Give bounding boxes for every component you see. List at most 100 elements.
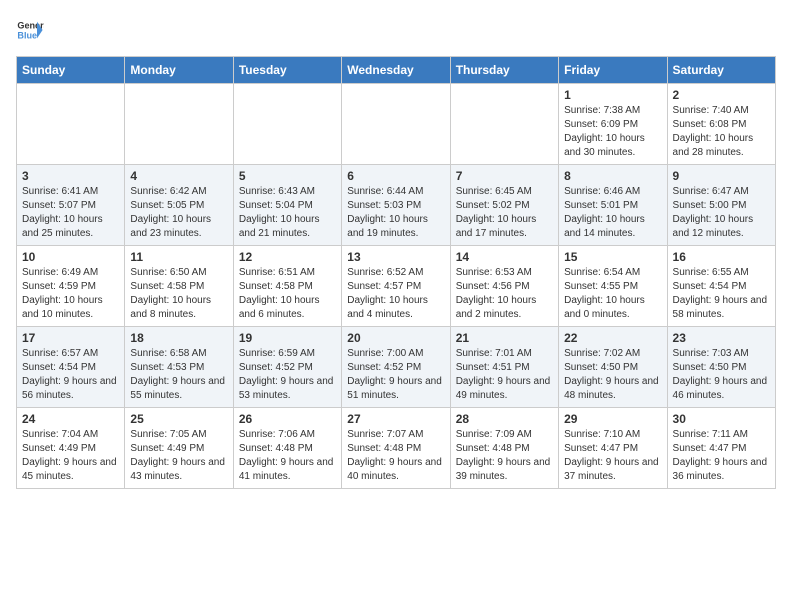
calendar-cell: 21Sunrise: 7:01 AM Sunset: 4:51 PM Dayli… <box>450 327 558 408</box>
day-info: Sunrise: 6:42 AM Sunset: 5:05 PM Dayligh… <box>130 185 227 241</box>
day-info: Sunrise: 6:54 AM Sunset: 4:55 PM Dayligh… <box>564 266 661 322</box>
calendar-cell: 26 Sunrise: 7:06 AM Sunset: 4:48 PM Dayli… <box>233 408 341 489</box>
calendar-cell: 28 Sunrise: 7:09 AM Sunset: 4:48 PM Dayli… <box>450 408 558 489</box>
day-number: 15 <box>564 250 661 264</box>
weekday-header-wednesday: Wednesday <box>342 57 450 84</box>
day-info: Sunrise: 6:52 AM Sunset: 4:57 PM Dayligh… <box>347 266 444 322</box>
logo: General Blue <box>16 16 44 44</box>
day-info: Sunrise: 7:04 AM Sunset: 4:49 PM Dayligh… <box>22 428 119 484</box>
weekday-header-monday: Monday <box>125 57 233 84</box>
weekday-header-thursday: Thursday <box>450 57 558 84</box>
day-number: 28 <box>456 412 553 426</box>
calendar-cell: 10 Sunrise: 6:49 AM Sunset: 4:59 PM Dayli… <box>17 246 125 327</box>
calendar-cell: 30 Sunrise: 7:11 AM Sunset: 4:47 PM Dayli… <box>667 408 775 489</box>
calendar-cell <box>342 84 450 165</box>
day-info: Sunrise: 7:01 AM Sunset: 4:51 PM Dayligh… <box>456 347 553 403</box>
day-info: Sunrise: 7:40 AM Sunset: 6:08 PM Dayligh… <box>673 104 770 160</box>
calendar-cell: 8 Sunrise: 6:46 AM Sunset: 5:01 PM Daylig… <box>559 165 667 246</box>
day-info: Sunrise: 6:43 AM Sunset: 5:04 PM Dayligh… <box>239 185 336 241</box>
calendar-cell: 1 Sunrise: 7:38 AM Sunset: 6:09 PM Daylig… <box>559 84 667 165</box>
calendar-cell: 20 Sunrise: 7:00 AM Sunset: 4:52 PM Dayli… <box>342 327 450 408</box>
day-number: 22 <box>564 331 661 345</box>
day-number: 20 <box>347 331 444 345</box>
calendar-cell <box>450 84 558 165</box>
day-number: 23 <box>673 331 770 345</box>
logo-icon: General Blue <box>16 16 44 44</box>
day-info: Sunrise: 6:59 AM Sunset: 4:52 PM Dayligh… <box>239 347 336 403</box>
calendar-cell: 15 Sunrise: 6:54 AM Sunset: 4:55 PM Dayli… <box>559 246 667 327</box>
day-info: Sunrise: 7:11 AM Sunset: 4:47 PM Dayligh… <box>673 428 770 484</box>
calendar-table: SundayMondayTuesdayWednesdayThursdayFrid… <box>16 56 776 489</box>
day-number: 24 <box>22 412 119 426</box>
day-number: 19 <box>239 331 336 345</box>
calendar-cell: 9 Sunrise: 6:47 AM Sunset: 5:00 PM Daylig… <box>667 165 775 246</box>
day-number: 10 <box>22 250 119 264</box>
day-number: 1 <box>564 88 661 102</box>
calendar-cell: 13Sunrise: 6:52 AM Sunset: 4:57 PM Dayli… <box>342 246 450 327</box>
day-info: Sunrise: 7:10 AM Sunset: 4:47 PM Dayligh… <box>564 428 661 484</box>
calendar-cell: 3 Sunrise: 6:41 AM Sunset: 5:07 PM Daylig… <box>17 165 125 246</box>
calendar-cell: 16 Sunrise: 6:55 AM Sunset: 4:54 PM Dayli… <box>667 246 775 327</box>
calendar-cell: 5 Sunrise: 6:43 AM Sunset: 5:04 PM Daylig… <box>233 165 341 246</box>
day-info: Sunrise: 7:06 AM Sunset: 4:48 PM Dayligh… <box>239 428 336 484</box>
calendar-cell: 4 Sunrise: 6:42 AM Sunset: 5:05 PM Daylig… <box>125 165 233 246</box>
day-info: Sunrise: 7:05 AM Sunset: 4:49 PM Dayligh… <box>130 428 227 484</box>
calendar-cell <box>233 84 341 165</box>
calendar-cell: 25 Sunrise: 7:05 AM Sunset: 4:49 PM Dayli… <box>125 408 233 489</box>
day-number: 9 <box>673 169 770 183</box>
day-number: 11 <box>130 250 227 264</box>
calendar-cell: 6Sunrise: 6:44 AM Sunset: 5:03 PM Daylig… <box>342 165 450 246</box>
day-info: Sunrise: 6:50 AM Sunset: 4:58 PM Dayligh… <box>130 266 227 322</box>
svg-text:Blue: Blue <box>17 30 37 40</box>
calendar-cell <box>125 84 233 165</box>
day-info: Sunrise: 7:00 AM Sunset: 4:52 PM Dayligh… <box>347 347 444 403</box>
calendar-cell: 12 Sunrise: 6:51 AM Sunset: 4:58 PM Dayli… <box>233 246 341 327</box>
day-info: Sunrise: 7:03 AM Sunset: 4:50 PM Dayligh… <box>673 347 770 403</box>
day-info: Sunrise: 6:45 AM Sunset: 5:02 PM Dayligh… <box>456 185 553 241</box>
calendar-cell: 23 Sunrise: 7:03 AM Sunset: 4:50 PM Dayli… <box>667 327 775 408</box>
day-info: Sunrise: 7:07 AM Sunset: 4:48 PM Dayligh… <box>347 428 444 484</box>
day-number: 2 <box>673 88 770 102</box>
day-number: 14 <box>456 250 553 264</box>
calendar-cell <box>17 84 125 165</box>
calendar-cell: 24 Sunrise: 7:04 AM Sunset: 4:49 PM Dayli… <box>17 408 125 489</box>
day-info: Sunrise: 6:46 AM Sunset: 5:01 PM Dayligh… <box>564 185 661 241</box>
day-info: Sunrise: 7:09 AM Sunset: 4:48 PM Dayligh… <box>456 428 553 484</box>
day-info: Sunrise: 6:58 AM Sunset: 4:53 PM Dayligh… <box>130 347 227 403</box>
calendar-cell: 17Sunrise: 6:57 AM Sunset: 4:54 PM Dayli… <box>17 327 125 408</box>
day-number: 29 <box>564 412 661 426</box>
weekday-header-friday: Friday <box>559 57 667 84</box>
day-number: 26 <box>239 412 336 426</box>
day-info: Sunrise: 6:57 AM Sunset: 4:54 PM Dayligh… <box>22 347 119 403</box>
day-number: 12 <box>239 250 336 264</box>
day-number: 30 <box>673 412 770 426</box>
day-number: 5 <box>239 169 336 183</box>
day-info: Sunrise: 6:47 AM Sunset: 5:00 PM Dayligh… <box>673 185 770 241</box>
calendar-cell: 22 Sunrise: 7:02 AM Sunset: 4:50 PM Dayli… <box>559 327 667 408</box>
calendar-cell: 19 Sunrise: 6:59 AM Sunset: 4:52 PM Dayli… <box>233 327 341 408</box>
calendar-cell: 29 Sunrise: 7:10 AM Sunset: 4:47 PM Dayli… <box>559 408 667 489</box>
day-info: Sunrise: 6:51 AM Sunset: 4:58 PM Dayligh… <box>239 266 336 322</box>
calendar-cell: 14Sunrise: 6:53 AM Sunset: 4:56 PM Dayli… <box>450 246 558 327</box>
day-info: Sunrise: 7:38 AM Sunset: 6:09 PM Dayligh… <box>564 104 661 160</box>
day-number: 4 <box>130 169 227 183</box>
day-number: 18 <box>130 331 227 345</box>
day-number: 7 <box>456 169 553 183</box>
day-number: 3 <box>22 169 119 183</box>
page-header: General Blue <box>16 16 776 44</box>
day-info: Sunrise: 6:41 AM Sunset: 5:07 PM Dayligh… <box>22 185 119 241</box>
day-number: 27 <box>347 412 444 426</box>
day-number: 6 <box>347 169 444 183</box>
day-info: Sunrise: 6:49 AM Sunset: 4:59 PM Dayligh… <box>22 266 119 322</box>
calendar-cell: 11 Sunrise: 6:50 AM Sunset: 4:58 PM Dayli… <box>125 246 233 327</box>
weekday-header-saturday: Saturday <box>667 57 775 84</box>
day-number: 8 <box>564 169 661 183</box>
calendar-cell: 2 Sunrise: 7:40 AM Sunset: 6:08 PM Daylig… <box>667 84 775 165</box>
weekday-header-sunday: Sunday <box>17 57 125 84</box>
weekday-header-tuesday: Tuesday <box>233 57 341 84</box>
day-info: Sunrise: 7:02 AM Sunset: 4:50 PM Dayligh… <box>564 347 661 403</box>
day-number: 16 <box>673 250 770 264</box>
day-number: 25 <box>130 412 227 426</box>
day-info: Sunrise: 6:55 AM Sunset: 4:54 PM Dayligh… <box>673 266 770 322</box>
calendar-cell: 7 Sunrise: 6:45 AM Sunset: 5:02 PM Daylig… <box>450 165 558 246</box>
